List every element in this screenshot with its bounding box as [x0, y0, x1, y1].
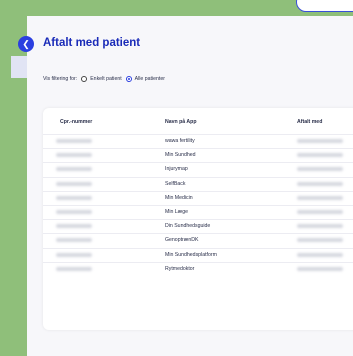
- aftalt-med-cell-redacted: [297, 195, 343, 200]
- cpr-cell-redacted: [56, 266, 92, 271]
- app-name-cell: Min Sundhedsplatform: [165, 251, 217, 258]
- app-name-cell: Min Medicin: [165, 194, 193, 201]
- radio-enkelt-patient[interactable]: [81, 76, 88, 82]
- app-name-cell: SelfBack: [165, 180, 186, 187]
- cpr-cell-redacted: [56, 195, 92, 200]
- radio-enkelt-patient-label[interactable]: Enkelt patient: [90, 76, 121, 82]
- back-button[interactable]: ❮: [18, 36, 34, 52]
- cpr-cell-redacted: [56, 238, 92, 243]
- cpr-cell-redacted: [56, 224, 92, 229]
- aftalt-med-cell-redacted: [297, 153, 343, 158]
- cpr-cell-redacted: [56, 167, 92, 172]
- aftalt-med-cell-redacted: [297, 210, 343, 214]
- app-name-cell: Injurymap: [165, 166, 188, 173]
- aftalt-med-cell-redacted: [297, 266, 343, 271]
- cpr-cell-redacted: [56, 153, 92, 158]
- cpr-cell-redacted: [56, 252, 92, 257]
- app-name-cell: Din Sundhedsguide: [165, 223, 211, 230]
- cpr-cell-redacted: [56, 181, 92, 186]
- aftalt-med-cell-redacted: [297, 224, 343, 229]
- aftalt-med-cell-redacted: [297, 181, 343, 186]
- cpr-cell-redacted: [56, 210, 92, 214]
- column-header-app: Navn på App: [165, 119, 197, 125]
- app-name-cell: Min Sundhed: [165, 152, 196, 159]
- app-name-cell: wawa fertility: [165, 138, 195, 144]
- sidebar-active-item[interactable]: [11, 56, 27, 78]
- filter-label: Vis filtering for:: [43, 76, 78, 82]
- aftalt-med-cell-redacted: [297, 238, 343, 243]
- aftalt-med-cell-redacted: [297, 139, 343, 143]
- left-background: [0, 16, 11, 356]
- top-action-pill[interactable]: [296, 0, 353, 12]
- app-name-cell: Min Læge: [165, 209, 189, 215]
- chevron-left-icon: ❮: [22, 38, 30, 49]
- filter-bar: Vis filtering for: Enkelt patient Alle p…: [43, 76, 165, 82]
- page-title: Aftalt med patient: [43, 37, 141, 49]
- radio-alle-patienter[interactable]: [125, 76, 132, 82]
- radio-alle-patienter-label[interactable]: Alle patienter: [135, 76, 165, 82]
- app-name-cell: GenoptrænDK: [165, 237, 199, 244]
- aftalt-med-cell-redacted: [297, 167, 343, 172]
- column-header-aftalt-med: Aftalt med: [297, 119, 323, 125]
- cpr-cell-redacted: [56, 139, 92, 143]
- aftalt-med-cell-redacted: [297, 252, 343, 257]
- app-name-cell: Rytmedoktor: [165, 265, 195, 272]
- column-header-cpr: Cpr.-nummer: [60, 119, 93, 125]
